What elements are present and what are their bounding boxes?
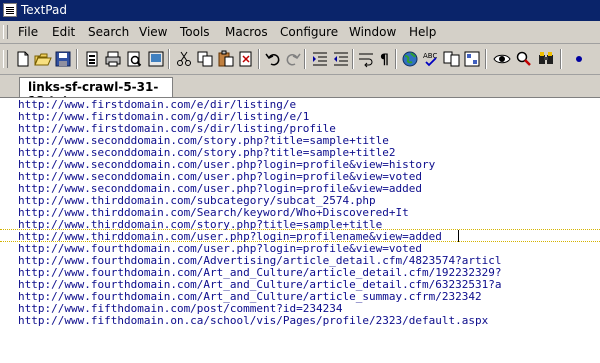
view-binary-icon[interactable] [463, 50, 481, 68]
paste-icon[interactable] [217, 50, 235, 68]
menu-help[interactable]: Help [409, 25, 436, 39]
open-folder-icon[interactable] [34, 50, 52, 68]
new-file-icon[interactable] [14, 50, 32, 68]
spell-check-icon[interactable]: ABC [422, 50, 440, 68]
find-icon[interactable] [493, 50, 511, 68]
textpad-app-icon[interactable] [3, 3, 17, 17]
word-wrap-icon[interactable] [357, 50, 375, 68]
text-caret [458, 230, 459, 242]
redo-icon[interactable] [284, 50, 302, 68]
paragraph-mark-icon[interactable]: ¶ [376, 50, 394, 68]
title-bar: TextPad [0, 0, 600, 21]
print-preview-icon[interactable] [125, 50, 143, 68]
menu-tools[interactable]: Tools [180, 25, 210, 39]
toolbar-separator [485, 49, 487, 69]
manage-files-icon[interactable] [147, 50, 165, 68]
macro-record-icon[interactable] [570, 50, 588, 68]
menu-macros[interactable]: Macros [225, 25, 268, 39]
menu-file[interactable]: File [18, 25, 38, 39]
toolbar: ¶ ABC [0, 44, 600, 75]
menu-view[interactable]: View [139, 25, 167, 39]
menu-bar-grip[interactable] [3, 25, 8, 39]
menu-configure[interactable]: Configure [280, 25, 338, 39]
tab-document[interactable]: links-sf-crawl-5-31-13.txt [19, 77, 173, 108]
cut-icon[interactable] [175, 50, 193, 68]
properties-icon[interactable] [83, 50, 101, 68]
toolbar-grip[interactable] [3, 50, 8, 68]
text-line[interactable]: http://www.fifthdomain.on.ca/school/vis/… [18, 315, 488, 327]
toolbar-separator [560, 49, 562, 69]
svg-text:¶: ¶ [380, 52, 389, 68]
delete-icon[interactable] [237, 50, 255, 68]
toolbar-separator [168, 49, 170, 69]
compare-files-icon[interactable] [443, 50, 461, 68]
web-browser-icon[interactable] [401, 50, 419, 68]
toolbar-separator [258, 49, 260, 69]
copy-icon[interactable] [196, 50, 214, 68]
bookmark-icon[interactable] [537, 50, 555, 68]
menu-window[interactable]: Window [349, 25, 396, 39]
editor-text-area[interactable]: http://www.firstdomain.com/e/dir/listing… [0, 97, 600, 363]
menu-search[interactable]: Search [88, 25, 129, 39]
menu-edit[interactable]: Edit [52, 25, 75, 39]
window-title: TextPad [21, 3, 67, 17]
print-icon[interactable] [104, 50, 122, 68]
document-tab-strip: links-sf-crawl-5-31-13.txt [0, 75, 600, 108]
find-in-files-icon[interactable] [515, 50, 533, 68]
indent-icon[interactable] [311, 50, 329, 68]
toolbar-separator [395, 49, 397, 69]
toolbar-separator [352, 49, 354, 69]
menu-bar: File Edit Search View Tools Macros Confi… [0, 21, 600, 44]
toolbar-separator [76, 49, 78, 69]
outdent-icon[interactable] [332, 50, 350, 68]
undo-icon[interactable] [264, 50, 282, 68]
save-icon[interactable] [54, 50, 72, 68]
toolbar-separator [304, 49, 306, 69]
